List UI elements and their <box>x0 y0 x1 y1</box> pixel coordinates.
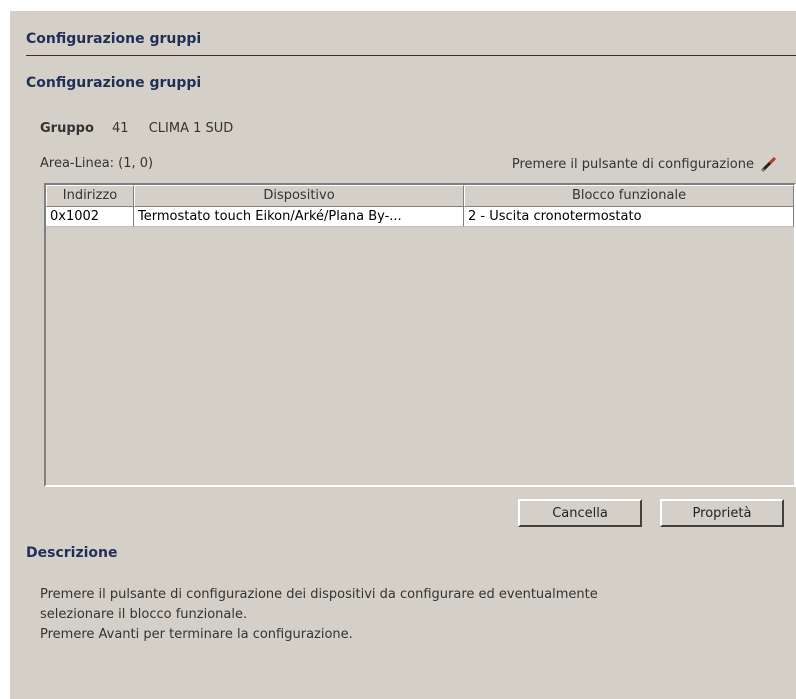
cell-address[interactable]: 0x1002 <box>46 207 134 227</box>
table-header: Indirizzo Dispositivo Blocco funzionale <box>46 185 794 207</box>
config-panel: Configurazione gruppi Configurazione gru… <box>10 11 796 699</box>
cancel-button[interactable]: Cancella <box>518 499 642 527</box>
cell-device[interactable]: Termostato touch Eikon/Arké/Plana By-... <box>134 207 464 227</box>
page-title: Configurazione gruppi <box>26 31 202 47</box>
group-number: 41 <box>112 121 129 136</box>
group-name: CLIMA 1 SUD <box>148 121 234 136</box>
group-info: Gruppo 41 CLIMA 1 SUD <box>40 121 233 136</box>
prompt-text: Premere il pulsante di configurazione <box>511 156 754 172</box>
header-divider <box>26 55 796 56</box>
description-text: Premere il pulsante di configurazione de… <box>40 585 598 645</box>
pen-icon <box>760 156 776 172</box>
description-line: Premere il pulsante di configurazione de… <box>40 587 598 602</box>
description-title: Descrizione <box>26 545 118 561</box>
cell-block[interactable]: 2 - Uscita cronotermostato <box>464 207 794 227</box>
devices-table[interactable]: Indirizzo Dispositivo Blocco funzionale … <box>44 183 796 487</box>
column-header-device[interactable]: Dispositivo <box>134 185 464 207</box>
table-row[interactable]: 0x1002 Termostato touch Eikon/Arké/Plana… <box>46 207 794 227</box>
group-label: Gruppo <box>40 121 94 136</box>
description-line: Premere Avanti per terminare la configur… <box>40 627 353 642</box>
area-line-text: Area-Linea: (1, 0) <box>40 156 154 171</box>
description-line: selezionare il blocco funzionale. <box>40 607 248 622</box>
configuration-prompt: Premere il pulsante di configurazione <box>512 156 776 172</box>
section-title: Configurazione gruppi <box>26 75 202 91</box>
column-header-block[interactable]: Blocco funzionale <box>464 185 794 207</box>
properties-button[interactable]: Proprietà <box>660 499 784 527</box>
column-header-address[interactable]: Indirizzo <box>46 185 134 207</box>
